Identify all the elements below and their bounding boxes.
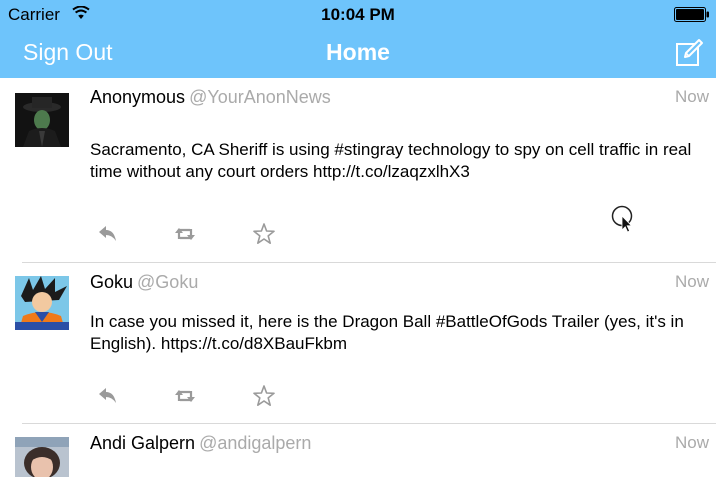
compose-icon[interactable] [674,38,704,68]
mouse-cursor-icon [611,205,637,235]
tweet-author: Goku @Goku [90,272,198,293]
favorite-star-icon[interactable] [252,384,276,408]
tweet-timestamp: Now [674,433,709,452]
tweet-cell[interactable]: Andi Galpern @andigalpern Now [0,424,716,477]
tweet-actions [96,384,296,408]
battery-icon [674,7,710,22]
tweet-text: In case you missed it, here is the Drago… [90,312,684,353]
status-time: 10:04 PM [321,5,395,24]
tweet-text: Sacramento, CA Sheriff is using #stingra… [90,140,692,181]
retweet-icon[interactable] [173,384,197,408]
header: Carrier 10:04 PM Sign Out Home [0,0,716,78]
avatar[interactable] [15,276,69,330]
tweet-actions [96,222,296,246]
tweet-author-name[interactable]: Anonymous [90,87,185,107]
retweet-icon[interactable] [173,222,197,246]
page-title: Home [326,39,390,65]
status-bar: Carrier 10:04 PM [0,0,716,30]
tweet-author-handle[interactable]: @Goku [137,272,198,292]
tweet-cell[interactable]: Anonymous @YourAnonNews Now Sacramento, C… [0,78,716,262]
tweet-timestamp: Now [674,87,709,106]
favorite-star-icon[interactable] [252,222,276,246]
tweet-list[interactable]: Anonymous @YourAnonNews Now Sacramento, C… [0,78,716,477]
reply-icon[interactable] [96,222,120,246]
tweet-author: Andi Galpern @andigalpern [90,433,311,454]
tweet-author-name[interactable]: Andi Galpern [90,433,195,453]
nav-bar: Sign Out Home [0,30,716,78]
reply-icon[interactable] [96,384,120,408]
tweet-author: Anonymous @YourAnonNews [90,87,331,108]
tweet-cell[interactable]: Goku @Goku Now In case you missed it, her… [0,263,716,424]
tweet-author-handle[interactable]: @andigalpern [199,433,311,453]
avatar[interactable] [15,437,69,477]
avatar[interactable] [15,93,69,147]
tweet-author-handle[interactable]: @YourAnonNews [189,87,331,107]
tweet-timestamp: Now [674,272,709,291]
tweet-author-name[interactable]: Goku [90,272,133,292]
